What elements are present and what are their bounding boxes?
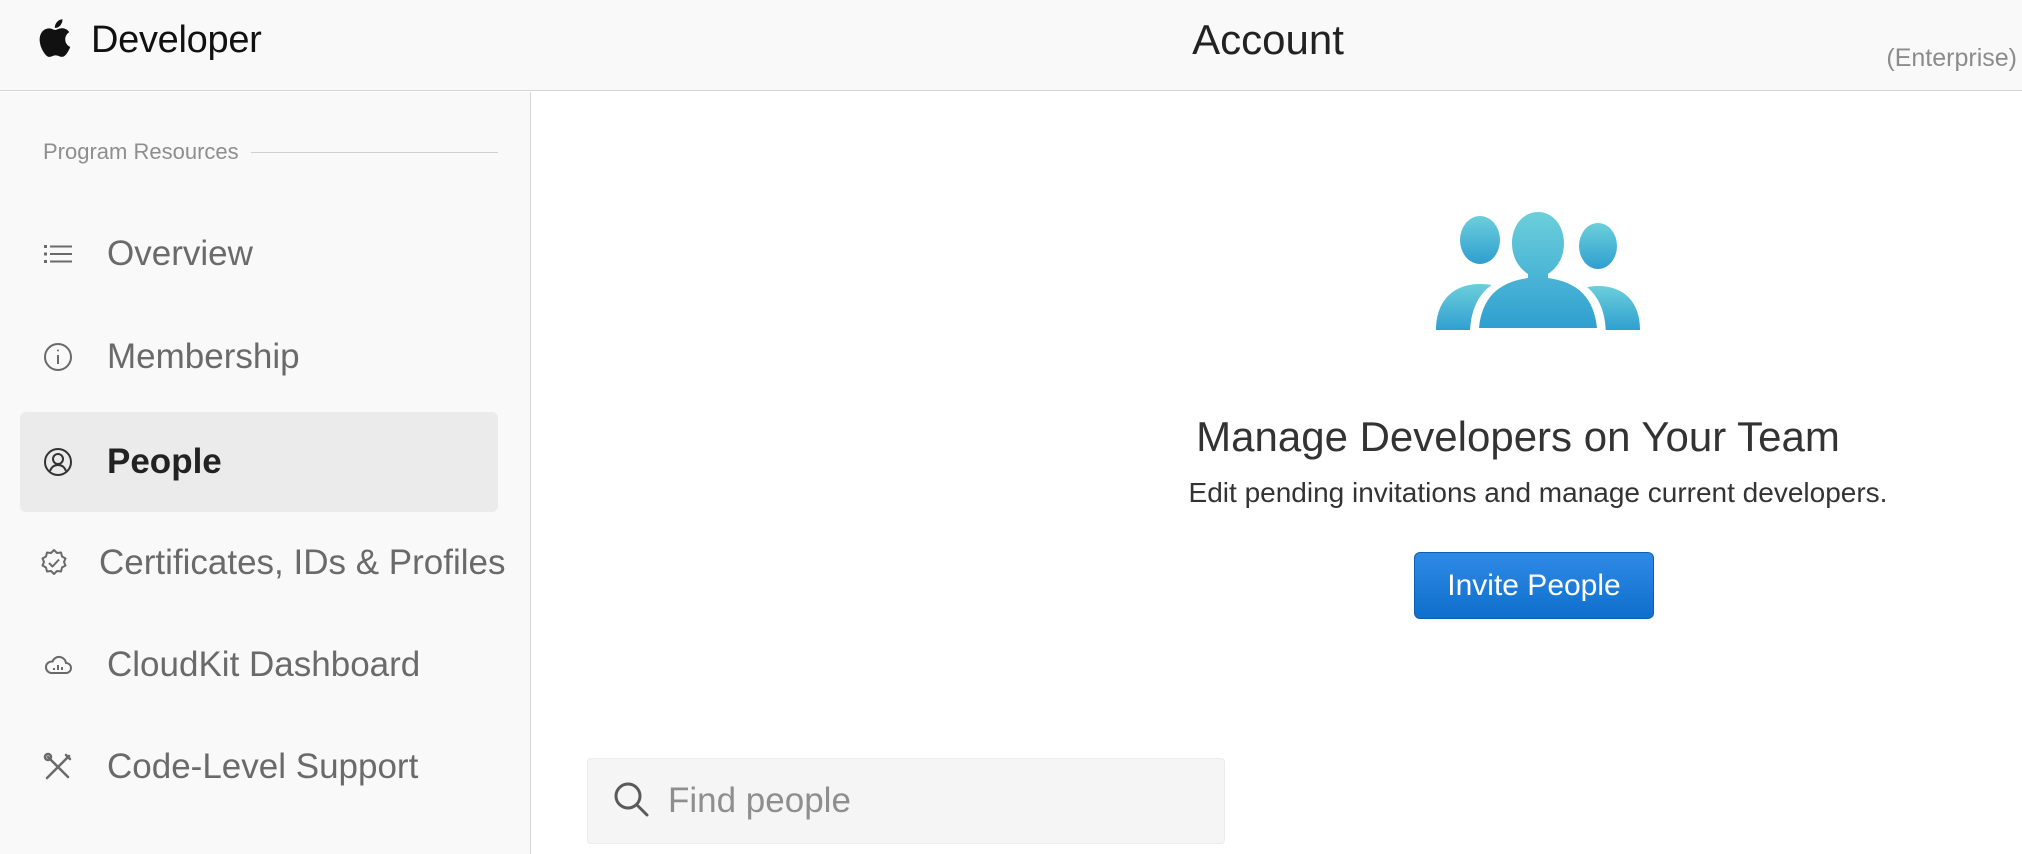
page-title: Account [1192, 16, 1344, 63]
sidebar-item-membership[interactable]: Membership [20, 307, 498, 407]
sidebar-item-overview[interactable]: Overview [20, 204, 498, 304]
sidebar-item-label: Code-Level Support [107, 747, 419, 786]
sidebar-item-label: Certificates, IDs & Profiles [99, 543, 506, 582]
sidebar-section-label: Program Resources [43, 139, 239, 164]
invite-people-button[interactable]: Invite People [1414, 552, 1654, 619]
info-icon [38, 337, 78, 377]
account-type-badge: (Enterprise) [1886, 44, 2017, 72]
top-header: Developer Account (Enterprise) [0, 0, 2022, 91]
search-icon [588, 780, 650, 823]
sidebar-item-code-level-support[interactable]: Code-Level Support [20, 717, 498, 817]
brand-label: Developer [91, 18, 262, 61]
hero-title: Manage Developers on Your Team [1196, 413, 1840, 460]
sidebar-item-label: CloudKit Dashboard [107, 645, 421, 684]
section-divider [250, 151, 498, 153]
cloud-dashboard-icon [38, 645, 78, 685]
find-people-search[interactable] [587, 758, 1225, 844]
sidebar-item-certificates[interactable]: Certificates, IDs & Profiles [20, 513, 506, 613]
search-input[interactable] [668, 781, 1188, 821]
sidebar-item-people[interactable]: People [20, 412, 498, 512]
list-icon [38, 234, 78, 274]
tools-icon [38, 747, 78, 787]
sidebar-item-label: Membership [107, 337, 300, 376]
sidebar-item-label: People [107, 442, 222, 481]
sidebar: Program Resources Overview Membership Pe… [0, 92, 531, 854]
sidebar-section-header: Program Resources [43, 137, 498, 167]
hero-subtitle: Edit pending invitations and manage curr… [1188, 477, 1888, 508]
badge-check-icon [38, 543, 70, 583]
brand[interactable]: Developer [38, 16, 262, 64]
person-icon [38, 442, 78, 482]
sidebar-item-cloudkit[interactable]: CloudKit Dashboard [20, 615, 498, 715]
sidebar-item-label: Overview [107, 234, 253, 273]
apple-logo-icon [38, 18, 71, 63]
team-people-icon [1430, 200, 1646, 345]
